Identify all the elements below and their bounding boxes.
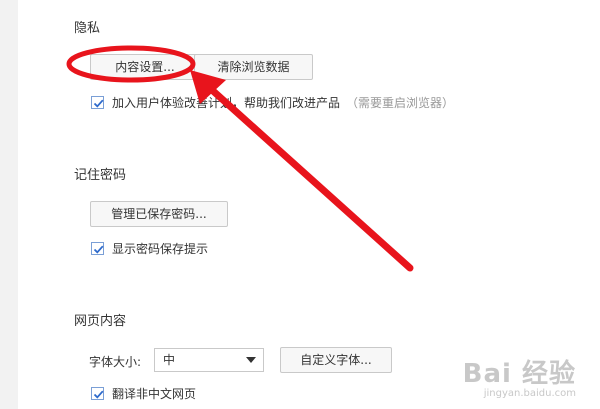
checkmark-icon [93,99,104,108]
translate-row: 翻译非中文网页 [91,385,196,402]
privacy-section-title: 隐私 [74,21,101,36]
settings-panel: 隐私 内容设置... 清除浏览数据 加入用户体验改善计划，帮助我们改进产品 （需… [18,0,600,409]
chevron-down-icon [246,357,256,363]
password-hint-label: 显示密码保存提示 [112,242,209,256]
ux-program-row: 加入用户体验改善计划，帮助我们改进产品 （需要重启浏览器） [91,94,454,111]
watermark-text: Bai 经验 [462,359,576,389]
password-hint-row: 显示密码保存提示 [91,240,208,257]
custom-fonts-button[interactable]: 自定义字体... [280,347,392,373]
font-size-value: 中 [163,353,176,367]
font-size-select[interactable]: 中 [154,348,264,372]
watermark-logo: Bai 经验 jingyan.baidu.com [463,353,576,399]
ux-program-hint: （需要重启浏览器） [346,96,455,110]
translate-label: 翻译非中文网页 [112,387,197,401]
ux-program-label: 加入用户体验改善计划，帮助我们改进产品 [112,96,341,110]
font-size-label: 字体大小: [89,355,142,369]
manage-passwords-button[interactable]: 管理已保存密码... [90,201,228,227]
web-content-section-title: 网页内容 [74,314,127,329]
ux-program-checkbox[interactable] [91,96,104,109]
clear-browsing-data-button[interactable]: 清除浏览数据 [194,54,313,80]
password-hint-checkbox[interactable] [91,242,104,255]
checkmark-icon [93,390,104,399]
translate-checkbox[interactable] [91,387,104,400]
checkmark-icon [93,245,104,254]
content-settings-button[interactable]: 内容设置... [90,54,200,80]
passwords-section-title: 记住密码 [74,168,127,183]
